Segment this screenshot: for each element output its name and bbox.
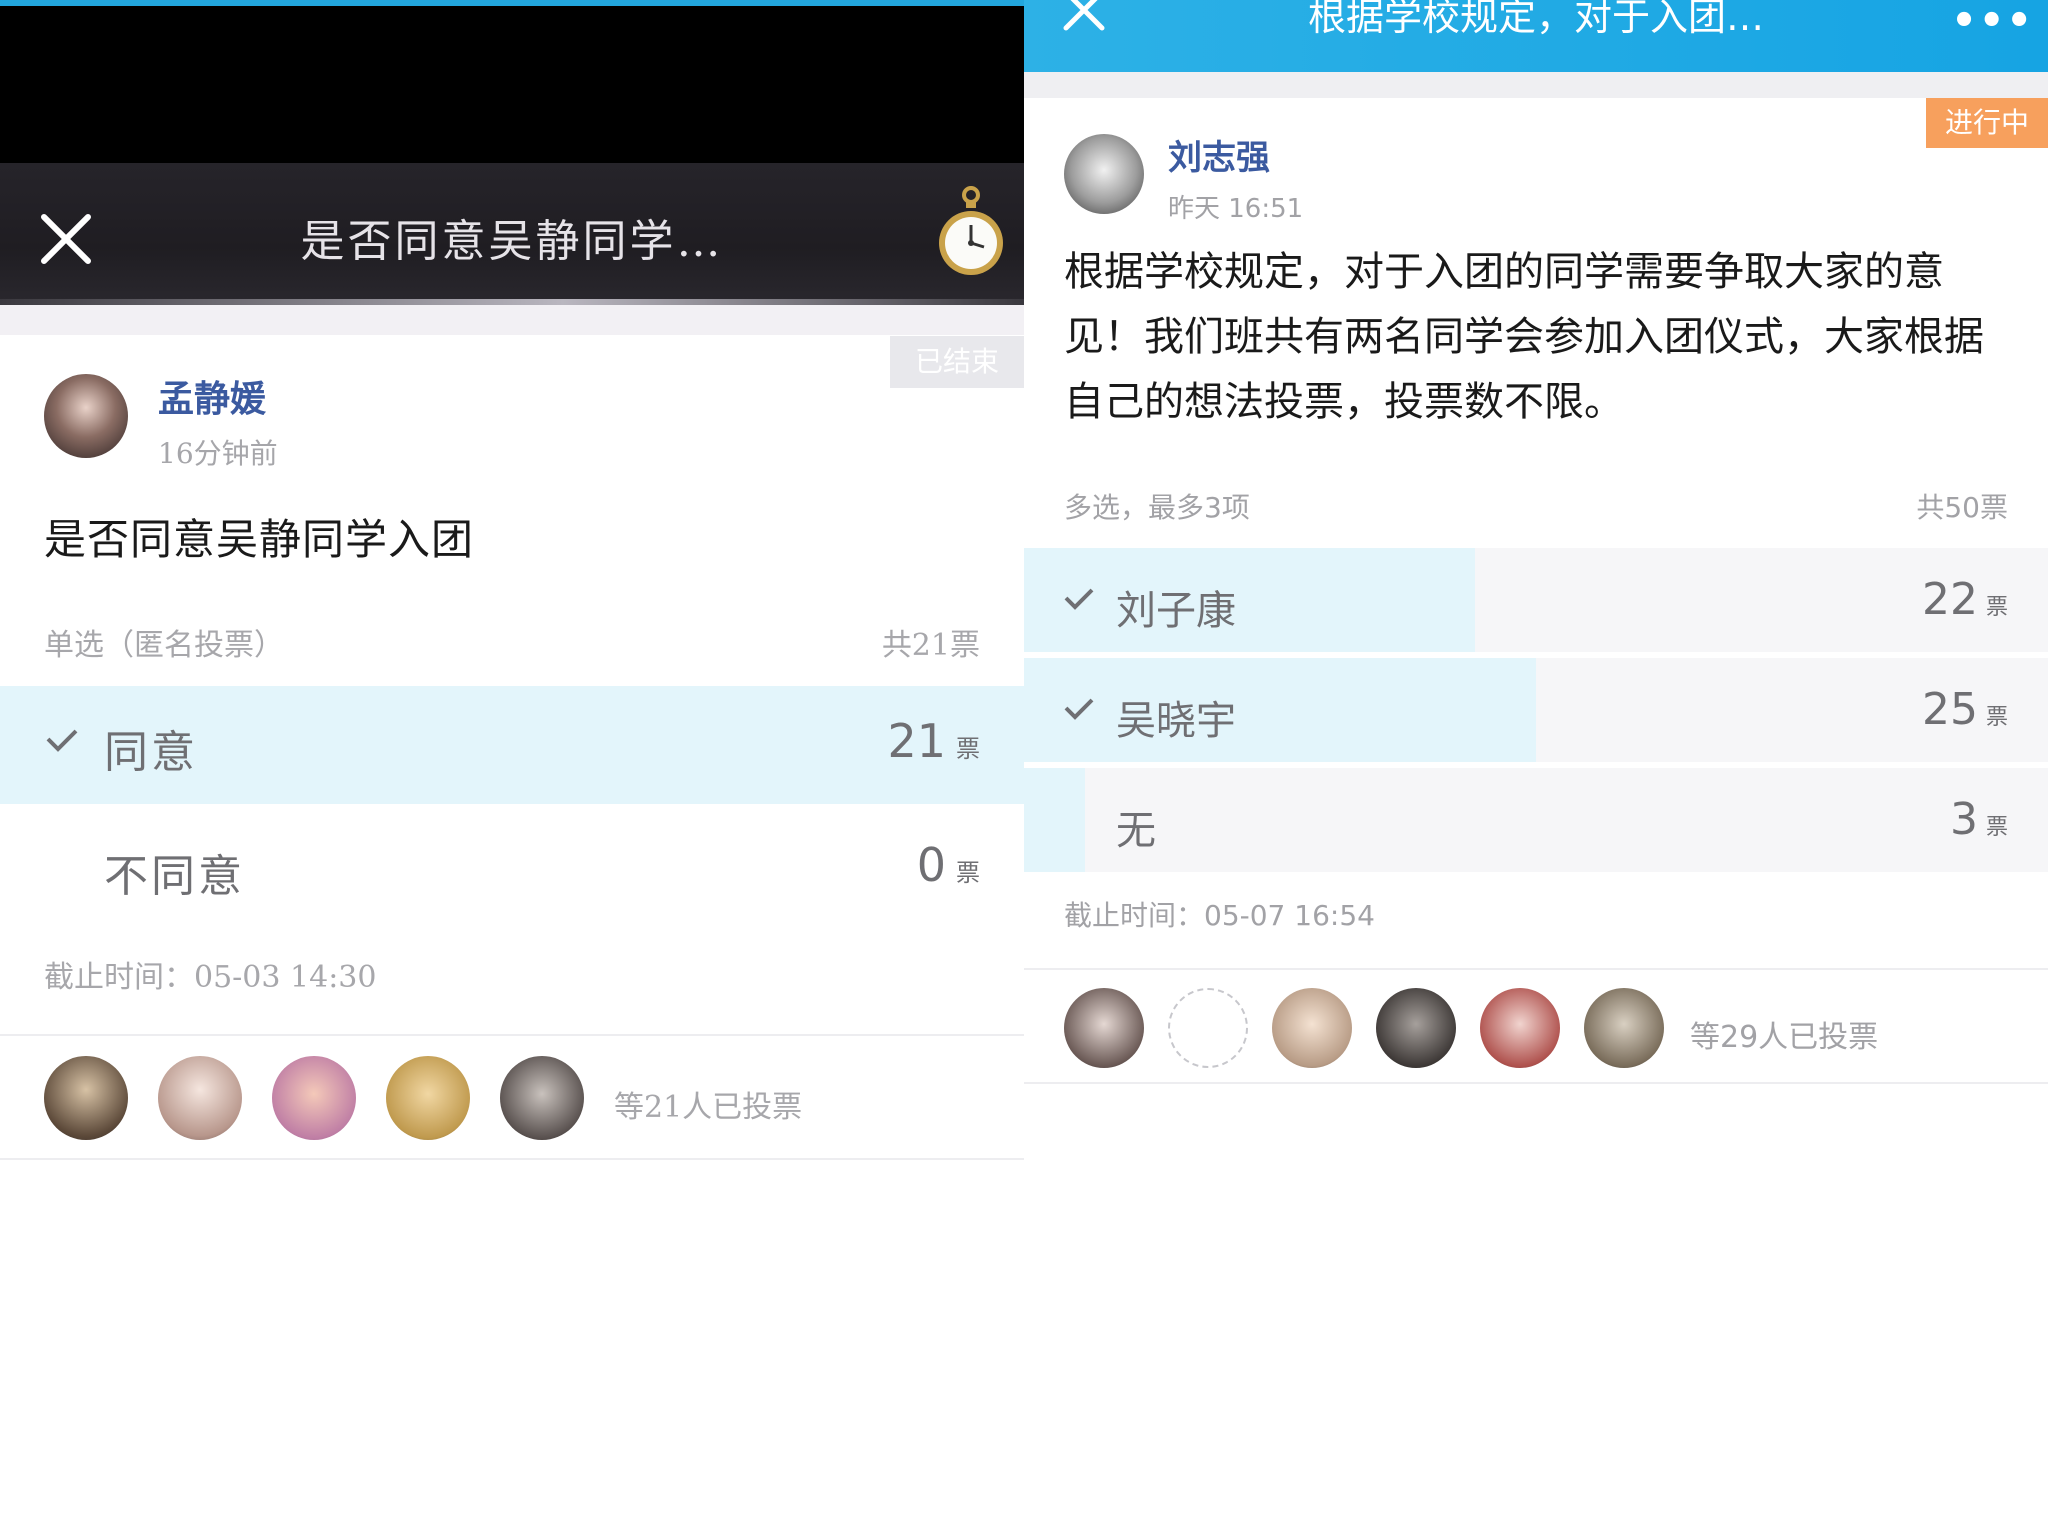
avatar[interactable] xyxy=(44,374,128,458)
author-name[interactable]: 孟静媛 xyxy=(158,370,266,422)
poll-total: 共21票 xyxy=(881,628,980,663)
post-time: 昨天 16:51 xyxy=(1168,194,1304,224)
poll-description: 根据学校规定，对于入团的同学需要争取大家的意见！我们班共有两名同学会参加入团仪式… xyxy=(1064,249,1984,425)
option-count: 22 票 xyxy=(1922,574,2008,625)
option-label: 无 xyxy=(1116,808,1156,854)
poll-option-disagree[interactable]: 不同意 0票 xyxy=(0,810,1024,928)
vote-count: 25 xyxy=(1921,684,1978,735)
author-name[interactable]: 刘志强 xyxy=(1168,130,1270,179)
poll-deadline: 截止时间：05-07 16:54 xyxy=(1064,899,1375,932)
voter-avatar[interactable] xyxy=(272,1056,356,1140)
post-time: 16分钟前 xyxy=(158,437,278,470)
voter-avatar[interactable] xyxy=(1272,988,1352,1068)
check-icon xyxy=(1064,588,1094,610)
left-screenshot: 是否同意吴静同学… 已结束 孟静媛 16分钟前 是否同意吴静同学入团 单选（匿名… xyxy=(0,0,1024,1534)
poll-deadline: 截止时间：05-03 14:30 xyxy=(44,960,377,995)
option-label: 不同意 xyxy=(104,851,245,902)
voter-avatar[interactable] xyxy=(1168,988,1248,1068)
vote-share-bar xyxy=(1024,768,1085,872)
poll-total: 共50票 xyxy=(1916,491,2008,524)
title-bar: 是否同意吴静同学… xyxy=(0,163,1024,305)
vote-unit: 票 xyxy=(1985,595,2008,620)
poll-mode: 单选（匿名投票） xyxy=(44,628,284,663)
option-count: 25 票 xyxy=(1922,684,2008,735)
vote-count: 21 xyxy=(887,714,946,768)
voter-avatar[interactable] xyxy=(1064,988,1144,1068)
voter-avatar[interactable] xyxy=(386,1056,470,1140)
voter-avatar[interactable] xyxy=(158,1056,242,1140)
right-screenshot: 根据学校规定，对于入团… ••• 进行中 刘志强 昨天 16:51 根据学校规定… xyxy=(1024,0,2048,1534)
check-icon xyxy=(46,729,78,752)
poll-option-1[interactable]: 刘子康 22 票 xyxy=(1024,548,2048,652)
poll-option-2[interactable]: 吴晓宇 25 票 xyxy=(1024,658,2048,762)
avatar[interactable] xyxy=(1064,134,1144,214)
voter-avatar[interactable] xyxy=(1584,988,1664,1068)
poll-question: 是否同意吴静同学入团 xyxy=(44,515,475,564)
option-label: 同意 xyxy=(104,727,198,778)
status-badge: 进行中 xyxy=(1926,98,2048,148)
divider xyxy=(1024,1082,2048,1084)
check-icon xyxy=(1064,698,1094,720)
page-title: 根据学校规定，对于入团… xyxy=(1307,0,1764,39)
divider xyxy=(0,1034,1024,1036)
vote-share-bar xyxy=(1024,658,1536,762)
vote-count: 0 xyxy=(916,838,946,892)
vote-count: 3 xyxy=(1949,794,1978,845)
vote-count: 22 xyxy=(1921,574,1978,625)
option-count: 21 票 xyxy=(887,714,980,768)
voters-summary[interactable]: 等21人已投票 xyxy=(614,1082,802,1126)
black-area xyxy=(0,6,1024,163)
page-title: 是否同意吴静同学… xyxy=(300,216,724,267)
more-dots-icon[interactable]: ••• xyxy=(1951,0,2034,44)
separator xyxy=(0,305,1024,335)
option-count: 3票 xyxy=(1950,794,2008,845)
vote-unit: 票 xyxy=(1985,705,2008,730)
option-label: 刘子康 xyxy=(1116,588,1236,634)
option-label: 吴晓宇 xyxy=(1116,698,1236,744)
divider xyxy=(0,1158,1024,1160)
poll-option-agree[interactable]: 同意 21 票 xyxy=(0,686,1024,804)
voter-avatar[interactable] xyxy=(44,1056,128,1140)
option-count: 0票 xyxy=(917,838,980,892)
vote-unit: 票 xyxy=(956,859,980,887)
separator xyxy=(1024,72,2048,98)
voter-avatar[interactable] xyxy=(1376,988,1456,1068)
voters-summary[interactable]: 等29人已投票 xyxy=(1690,1012,1878,1056)
voter-avatar[interactable] xyxy=(500,1056,584,1140)
vote-unit: 票 xyxy=(1985,815,2008,840)
divider xyxy=(1024,968,2048,970)
pocket-watch-icon[interactable] xyxy=(935,185,1007,281)
voter-avatar[interactable] xyxy=(1480,988,1560,1068)
title-bar: 根据学校规定，对于入团… ••• xyxy=(1024,0,2048,72)
vote-unit: 票 xyxy=(956,735,980,763)
status-badge: 已结束 xyxy=(890,336,1024,388)
poll-option-3[interactable]: 无 3票 xyxy=(1024,768,2048,872)
poll-mode: 多选，最多3项 xyxy=(1064,491,1250,524)
